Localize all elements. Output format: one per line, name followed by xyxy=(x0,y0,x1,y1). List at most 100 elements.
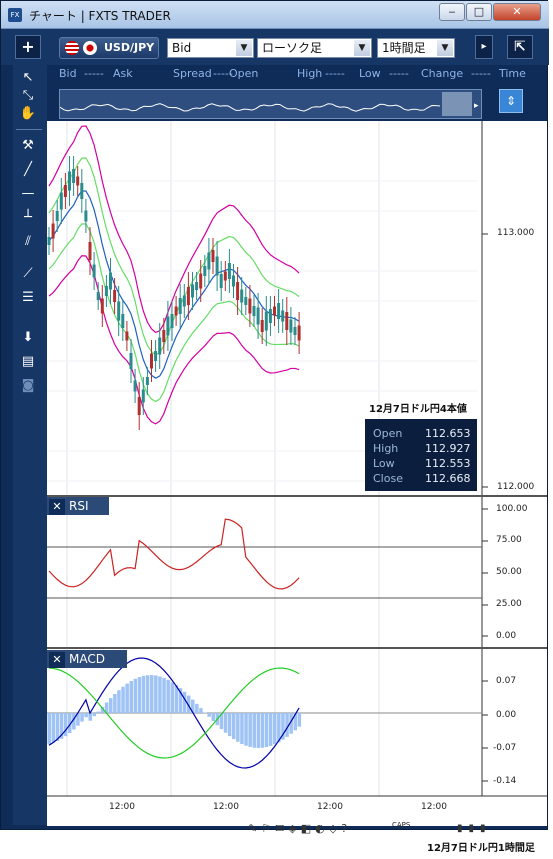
candle-body xyxy=(273,306,276,316)
macd-histogram-bar xyxy=(203,712,207,713)
overview-sparkline: ▸ xyxy=(59,92,479,116)
macd-histogram-bar xyxy=(150,675,154,713)
pointer-icon[interactable]: ↖ xyxy=(17,69,39,87)
macd-histogram-bar xyxy=(211,713,215,722)
candle-body xyxy=(256,307,260,325)
macd-histogram-bar xyxy=(113,694,117,713)
candle-body xyxy=(47,237,51,245)
toolbar-divider xyxy=(16,129,42,130)
list-icon[interactable]: ▤ xyxy=(17,353,39,371)
macd-histogram-bar xyxy=(182,691,187,713)
ohlc-label: Open xyxy=(373,427,403,440)
macd-histogram-bar xyxy=(232,713,236,740)
macd-histogram-bar xyxy=(207,713,211,717)
parallel-lines-icon[interactable]: ⫽ xyxy=(17,233,39,251)
macd-histogram-bar xyxy=(129,680,133,713)
chart-type-select[interactable]: ローソク足 ▼ xyxy=(257,38,372,58)
figure-caption: 12月7日ドル円1時間足 xyxy=(427,843,535,854)
trend-line-icon[interactable]: ╱ xyxy=(17,161,39,179)
candle-body xyxy=(195,282,199,290)
macd-histogram-bar xyxy=(88,713,92,721)
chevron-down-icon: ▼ xyxy=(354,40,370,56)
candle-body xyxy=(219,274,223,288)
macd-histogram-bar xyxy=(55,713,60,742)
quote-value: ----- xyxy=(84,67,104,80)
candle-body xyxy=(277,303,281,319)
camera-icon[interactable]: ◙ xyxy=(17,377,39,395)
panel-toggle-button[interactable]: ▸ xyxy=(475,35,493,59)
hand-icon[interactable]: ✋ xyxy=(17,105,39,123)
macd-tick-label: 0.07 xyxy=(496,676,517,686)
macd-histogram-bar xyxy=(174,685,179,713)
chart-toolbar: + USD/JPY Bid ▼ ローソク足 ▼ 1時間足 ▼ ▸ ⇱ xyxy=(1,29,549,65)
ohlc-label: Close xyxy=(373,472,403,485)
caps-indicator: CAPS xyxy=(392,821,411,829)
macd-histogram-bar xyxy=(297,713,302,727)
close-button[interactable]: ✕ xyxy=(493,3,541,21)
window-title: チャート | FXTS TRADER xyxy=(29,9,171,23)
macd-histogram-bar xyxy=(268,713,273,746)
japan-flag-icon xyxy=(83,41,97,55)
bollinger-lower-2-line xyxy=(48,255,300,425)
rsi-tick-label: 50.00 xyxy=(496,567,522,577)
ime-icons[interactable]: ▮▮▮ xyxy=(457,823,492,834)
candle-body xyxy=(236,282,240,300)
macd-histogram-bar xyxy=(256,713,261,748)
macd-histogram-bar xyxy=(92,713,97,717)
fibonacci-icon[interactable]: ☰ xyxy=(17,289,39,307)
candle-body xyxy=(174,306,178,316)
macd-tick-label: 0.00 xyxy=(496,710,517,720)
macd-histogram-bar xyxy=(96,711,101,713)
tray-icons[interactable]: ✎⚐✉◈◧◐◇? xyxy=(248,822,351,835)
chevron-down-icon: ▼ xyxy=(437,40,453,56)
macd-histogram-bar xyxy=(137,677,142,713)
hammer-icon[interactable]: ⚒ xyxy=(17,137,39,155)
add-chart-button[interactable]: + xyxy=(15,35,41,59)
time-tick-label: 12:00 xyxy=(213,802,239,812)
chevron-down-icon: ▼ xyxy=(236,40,252,56)
chart-window: FX チャート | FXTS TRADER ‒ □ ✕ + USD/JPY Bi… xyxy=(0,0,549,830)
candle-body xyxy=(211,250,215,262)
candle-body xyxy=(186,287,190,305)
drawing-toolbar: ↖ ⤡ ✋ ⚒ ╱ — ┴ ⫽ ⟋ ☰ ⬇ ▤ ◙ xyxy=(13,65,47,825)
macd-histogram-bar xyxy=(264,713,269,748)
detach-icon[interactable]: ⇱ xyxy=(507,35,533,59)
candle-body xyxy=(207,252,211,270)
price-type-select[interactable]: Bid ▼ xyxy=(167,38,254,58)
candle-body xyxy=(150,353,153,369)
rsi-title: RSI xyxy=(69,499,89,513)
macd-histogram-bar xyxy=(154,675,158,713)
candle-body xyxy=(63,185,67,197)
auto-scale-icon[interactable]: ⇕ xyxy=(499,89,523,113)
candle-body xyxy=(289,319,293,333)
quote-label: Bid xyxy=(59,67,77,80)
close-icon[interactable]: ✕ xyxy=(49,652,65,668)
horizontal-line-icon[interactable]: — xyxy=(17,185,39,203)
maximize-button[interactable]: □ xyxy=(466,3,492,21)
macd-tick-label: -0.14 xyxy=(493,776,517,786)
quote-label: Open xyxy=(229,67,259,80)
title-bar[interactable]: FX チャート | FXTS TRADER ‒ □ ✕ xyxy=(1,1,549,29)
close-icon[interactable]: ✕ xyxy=(49,499,65,515)
crosshair-pointer-icon[interactable]: ⤡ xyxy=(17,87,39,105)
minimize-button[interactable]: ‒ xyxy=(439,3,465,21)
fan-icon[interactable]: ⟋ xyxy=(17,265,39,283)
macd-histogram-bar xyxy=(236,713,240,742)
overview-navigator[interactable]: ▸ xyxy=(59,89,482,119)
candle-body xyxy=(203,266,207,276)
candle-body xyxy=(104,286,108,296)
macd-histogram-bar xyxy=(63,713,68,737)
rsi-line xyxy=(48,518,300,590)
rsi-panel-header: ✕ RSI xyxy=(47,497,109,515)
candle-body xyxy=(133,380,137,392)
ohlc-label: High xyxy=(373,442,399,455)
vertical-line-icon[interactable]: ┴ xyxy=(17,209,39,227)
candle-body xyxy=(264,311,268,331)
timeframe-select[interactable]: 1時間足 ▼ xyxy=(377,38,455,58)
candle-body xyxy=(92,264,96,278)
currency-pair-button[interactable]: USD/JPY xyxy=(59,37,159,59)
download-icon[interactable]: ⬇ xyxy=(17,329,39,347)
quote-label: Spread xyxy=(173,67,212,80)
macd-histogram-bar xyxy=(162,677,166,713)
candle-body xyxy=(297,325,301,341)
